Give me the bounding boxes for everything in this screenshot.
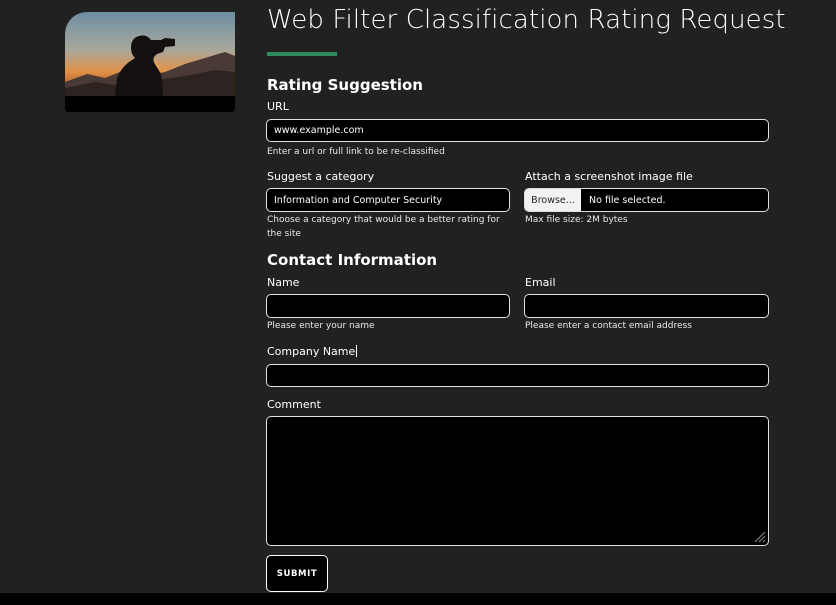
url-input-value: www.example.com [274,125,364,136]
category-input-value: Information and Computer Security [274,194,443,206]
page: Web Filter Classification Rating Request… [0,0,836,605]
footer-bar [0,593,836,605]
company-label: Company Name [267,345,358,358]
email-label: Email [525,276,556,289]
resize-grip-icon[interactable] [752,529,766,543]
screenshot-file-input[interactable]: Browse... No file selected. [524,188,769,212]
name-input[interactable] [266,294,510,318]
email-input[interactable] [524,294,769,318]
comment-label: Comment [267,398,321,411]
category-label: Suggest a category [267,170,375,183]
screenshot-help: Max file size: 2M bytes [525,215,628,225]
file-status: No file selected. [589,194,666,206]
comment-textarea[interactable] [266,416,769,546]
company-label-text: Company Name [267,345,356,358]
rating-suggestion-heading: Rating Suggestion [267,76,423,94]
url-label: URL [267,100,289,113]
screenshot-label: Attach a screenshot image file [525,170,693,183]
url-input[interactable]: www.example.com [266,119,769,142]
category-help: Choose a category that would be a better… [267,215,500,239]
url-help: Enter a url or full link to be re-classi… [267,147,445,157]
page-title: Web Filter Classification Rating Request [267,5,786,35]
person-with-binoculars-photo-icon [65,12,235,112]
contact-information-heading: Contact Information [267,251,438,269]
name-label: Name [267,276,300,289]
name-help: Please enter your name [267,321,375,331]
browse-button[interactable]: Browse... [525,189,581,211]
email-help: Please enter a contact email address [525,321,692,331]
hero-image [65,12,235,112]
company-input[interactable] [266,364,769,387]
submit-button[interactable]: SUBMIT [266,555,328,592]
category-input[interactable]: Information and Computer Security [266,188,510,212]
text-cursor [356,345,358,357]
title-underline [267,52,337,56]
